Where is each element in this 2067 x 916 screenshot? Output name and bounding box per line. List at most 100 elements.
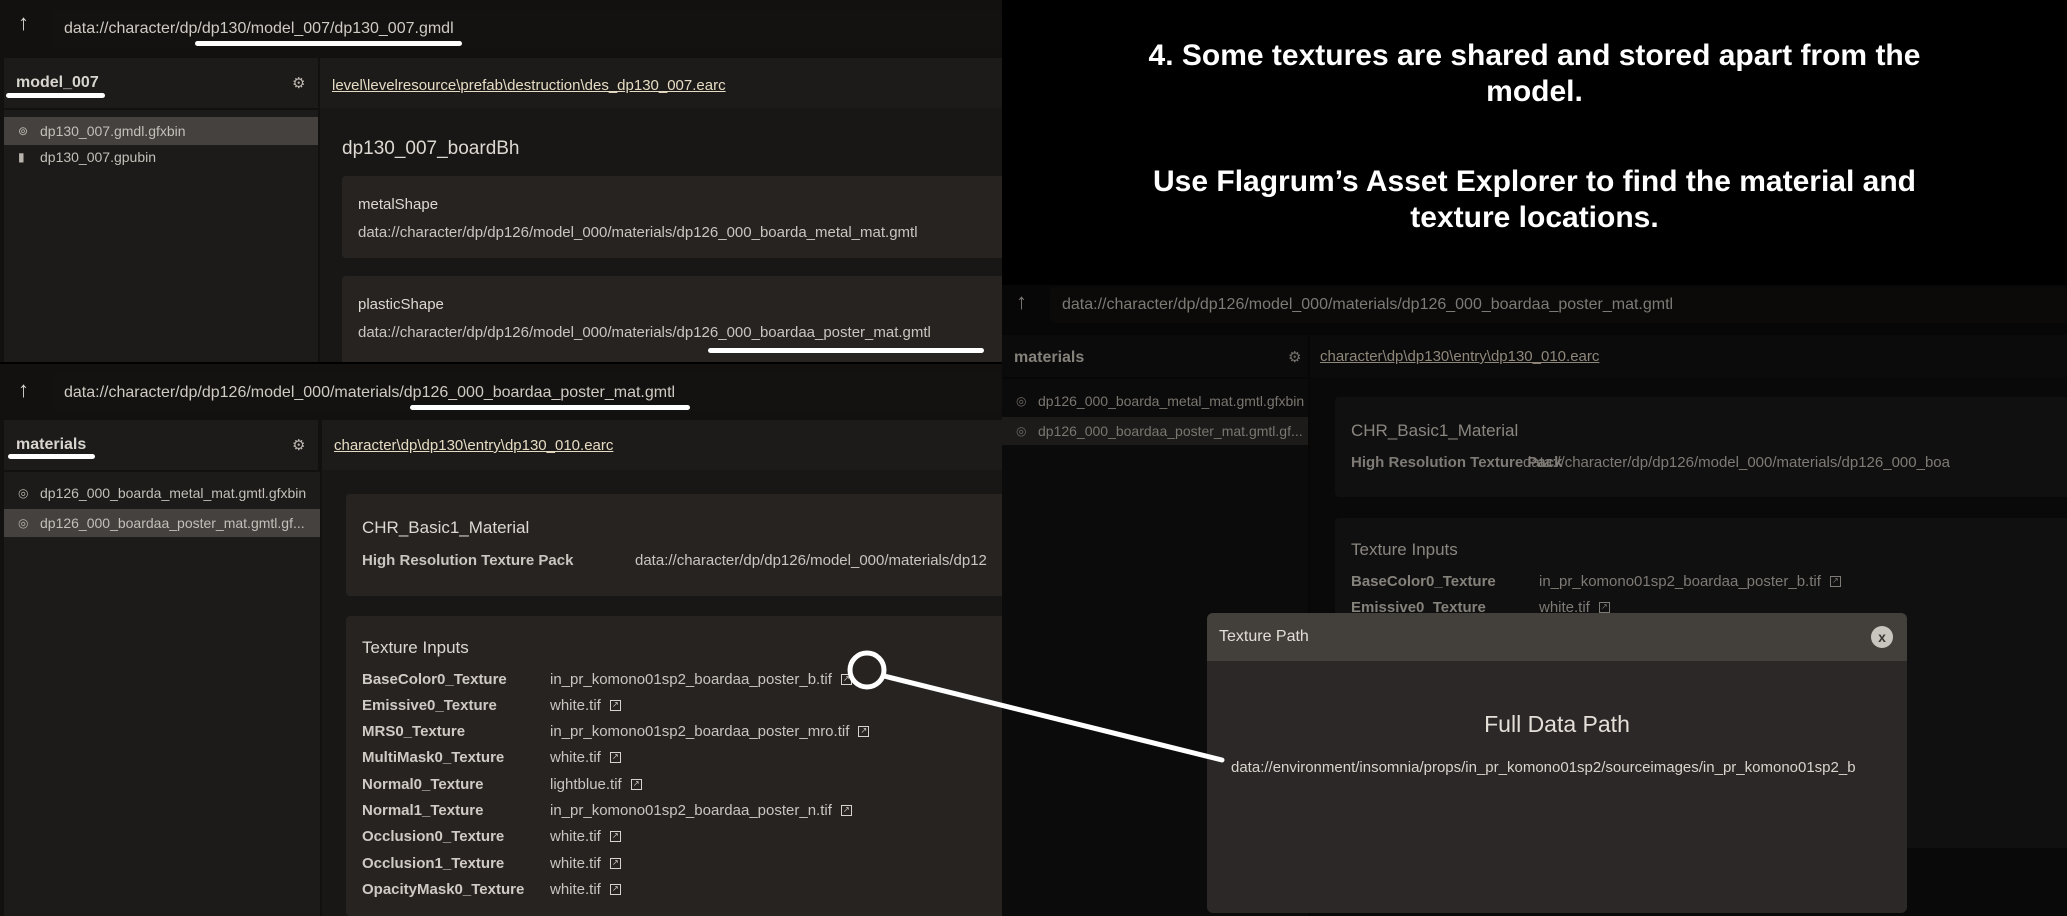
file-list: ◎ dp126_000_boarda_metal_mat.gmtl.gfxbin … <box>4 472 320 916</box>
highlight-underline <box>8 454 95 459</box>
texture-row: Emissive0_Texture white.tif ↗ <box>362 692 621 718</box>
file-icon: ▮ <box>18 150 25 164</box>
folder-name: model_007 <box>16 74 99 91</box>
file-item[interactable]: ▮ dp130_007.gpubin <box>4 143 318 171</box>
external-link-icon[interactable]: ↗ <box>630 778 642 790</box>
breadcrumb-link[interactable]: level\levelresource\prefab\destruction\d… <box>332 77 726 94</box>
external-link-icon[interactable]: ↗ <box>1598 601 1610 613</box>
texture-slot-name: BaseColor0_Texture <box>362 670 507 688</box>
external-link-icon[interactable]: ↗ <box>609 699 621 711</box>
breadcrumb-link[interactable]: character\dp\dp130\entry\dp130_010.earc <box>334 437 613 454</box>
dialog-header: Texture Path <box>1207 613 1907 661</box>
texture-slot-name: OpacityMask0_Texture <box>362 880 525 898</box>
texture-file-name: white.tif <box>550 696 601 714</box>
annotation-text-4: texture locations. <box>1410 201 1659 234</box>
gear-icon[interactable]: ⚙ <box>292 436 305 454</box>
texture-file-name: in_pr_komono01sp2_boardaa_poster_n.tif <box>550 802 832 819</box>
gear-icon[interactable]: ⚙ <box>292 74 305 92</box>
highlight-underline <box>410 405 690 410</box>
up-arrow-icon[interactable]: ↑ <box>18 377 29 403</box>
folder-name: materials <box>16 436 87 453</box>
file-list: ⊚ dp130_007.gmdl.gfxbin ▮ dp130_007.gpubin <box>4 110 318 362</box>
texture-inputs-title: Texture Inputs <box>362 638 469 657</box>
texture-file-name: in_pr_komono01sp2_boardaa_poster_mro.tif <box>550 723 850 741</box>
file-name: dp130_007.gpubin <box>40 149 157 165</box>
texture-slot-name: Normal0_Texture <box>362 775 484 793</box>
shape-material-path[interactable]: data://character/dp/dp126/model_000/mate… <box>358 224 918 241</box>
texture-slot-name: MRS0_Texture <box>362 723 466 741</box>
model-icon: ⊚ <box>18 124 29 138</box>
external-link-icon[interactable]: ↗ <box>840 805 852 816</box>
full-data-path-heading: Full Data Path <box>1484 711 1630 737</box>
external-link-icon[interactable]: ↗ <box>1829 575 1841 587</box>
texture-row: Normal0_Texture lightblue.tif ↗ <box>362 771 642 797</box>
texture-row: MultiMask0_Texture white.tif ↗ <box>362 745 621 771</box>
texture-row: Occlusion0_Texture white.tif ↗ <box>362 824 621 850</box>
material-name: CHR_Basic1_Material <box>362 518 530 537</box>
file-name: dp130_007.gmdl.gfxbin <box>40 123 186 139</box>
shape-card: metalShape data://character/dp/dp126/mod… <box>342 176 1002 258</box>
texture-file-name: in_pr_komono01sp2_boardaa_poster_b.tif <box>550 670 832 688</box>
texture-row: MRS0_Texture in_pr_komono01sp2_boardaa_po… <box>362 719 870 745</box>
texture-slot-name: BaseColor0_Texture <box>1351 572 1496 590</box>
material-card: CHR_Basic1_Material High Resolution Text… <box>346 494 1002 596</box>
texture-file-name: white.tif <box>550 749 601 767</box>
model-explorer-panel: ↑ data://character/dp/dp130/model_007/dp… <box>0 0 1002 362</box>
folder-name: materials <box>1014 349 1085 366</box>
file-name: dp126_000_boarda_metal_mat.gmtl.gfxbin <box>40 485 307 501</box>
texture-path-dialog: Texture Path x Full Data Path data://env… <box>1207 613 1907 913</box>
folder-header: materials <box>1002 335 1308 377</box>
up-arrow-icon[interactable]: ↑ <box>18 10 29 36</box>
address-bar[interactable]: data://character/dp/dp126/model_000/mate… <box>1050 287 2067 323</box>
material-icon: ◎ <box>18 486 29 500</box>
texture-slot-name: MultiMask0_Texture <box>362 749 505 767</box>
material-name: CHR_Basic1_Material <box>1351 421 1519 440</box>
dialog-title: Texture Path <box>1219 628 1309 645</box>
close-icon[interactable]: x <box>1871 626 1893 648</box>
external-link-icon[interactable]: ↗ <box>609 831 621 843</box>
texture-file-name: white.tif <box>550 854 601 872</box>
material-icon: ◎ <box>1016 424 1027 438</box>
external-link-icon[interactable]: ↗ <box>840 673 852 685</box>
texture-file-name: lightblue.tif <box>550 775 622 793</box>
annotation-text-2: model. <box>1486 75 1583 108</box>
file-name: dp126_000_boardaa_poster_mat.gmtl.gf... <box>1038 423 1303 439</box>
material-card: CHR_Basic1_Material High Resolution Text… <box>1335 397 2067 497</box>
texture-row: BaseColor0_Texture in_pr_komono01sp2_boar… <box>1351 568 1841 594</box>
file-name: dp126_000_boardaa_poster_mat.gmtl.gf... <box>40 515 305 531</box>
annotation-text-1: 4. Some textures are shared and stored a… <box>1148 39 1921 72</box>
file-item[interactable]: ⊚ dp130_007.gmdl.gfxbin <box>4 117 318 145</box>
texture-file-name: in_pr_komono01sp2_boardaa_poster_b.tif <box>1539 572 1821 590</box>
material-explorer-panel: ↑ data://character/dp/dp126/model_000/ma… <box>0 364 1002 916</box>
full-data-path-value[interactable]: data://environment/insomnia/props/in_pr_… <box>1231 759 1856 776</box>
file-item[interactable]: ◎ dp126_000_boarda_metal_mat.gmtl.gfxbin <box>4 479 320 507</box>
texture-row: BaseColor0_Texture in_pr_komono01sp2_boar… <box>362 666 852 692</box>
highlight-underline <box>708 348 984 353</box>
texture-inputs-card: Texture Inputs BaseColor0_Texture in_pr_k… <box>346 616 1002 916</box>
texture-slot-name: Occlusion1_Texture <box>362 854 505 872</box>
texture-file-name: white.tif <box>550 828 601 846</box>
file-item[interactable]: ◎ dp126_000_boarda_metal_mat.gmtl.gfxbin <box>1002 387 1308 415</box>
texture-file-name: white.tif <box>550 880 601 898</box>
hrtp-label: High Resolution Texture Pack <box>362 552 574 569</box>
external-link-icon[interactable]: ↗ <box>609 883 621 895</box>
texture-slot-name: Emissive0_Texture <box>362 696 497 714</box>
external-link-icon[interactable]: ↗ <box>609 752 621 764</box>
file-item[interactable]: ◎ dp126_000_boardaa_poster_mat.gmtl.gf... <box>1002 417 1308 445</box>
file-item[interactable]: ◎ dp126_000_boardaa_poster_mat.gmtl.gf... <box>4 509 320 537</box>
material-icon: ◎ <box>18 516 29 530</box>
shape-name: metalShape <box>358 196 439 213</box>
texture-row: OpacityMask0_Texture white.tif ↗ <box>362 876 621 902</box>
external-link-icon[interactable]: ↗ <box>858 726 870 738</box>
highlight-underline <box>195 41 462 46</box>
shape-material-path[interactable]: data://character/dp/dp126/model_000/mate… <box>358 324 931 341</box>
external-link-icon[interactable]: ↗ <box>609 857 621 869</box>
gear-icon[interactable]: ⚙ <box>1288 348 1301 366</box>
texture-slot-name: Occlusion0_Texture <box>362 828 505 846</box>
folder-header: model_007 <box>4 58 318 108</box>
texture-slot-name: Normal1_Texture <box>362 802 484 819</box>
breadcrumb-link[interactable]: character\dp\dp130\entry\dp130_010.earc <box>1320 348 1599 365</box>
texture-inputs-title: Texture Inputs <box>1351 540 1458 559</box>
content-area: level\levelresource\prefab\destruction\d… <box>320 58 1002 362</box>
up-arrow-icon[interactable]: ↑ <box>1016 289 1027 315</box>
